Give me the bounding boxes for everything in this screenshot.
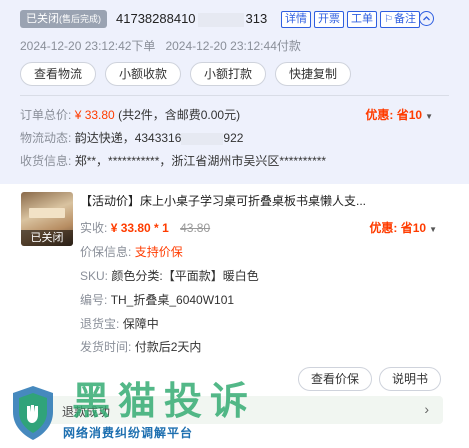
order-actions: 查看物流 小额收款 小额打款 快捷复制 [20,62,352,86]
logistics-value: 韵达快递，4343316 [74,131,182,145]
sku-row: SKU: 颜色分类:【平面款】暖白色 [80,267,259,284]
product-thumbnail[interactable]: 已关闭 [21,192,73,246]
ship-value: 付款后2天内 [134,340,202,354]
logistics-row: 物流动态: 韵达快递，4343316 922 [20,129,243,146]
order-discount-label: 优惠: 省10 [365,108,423,122]
ticket-link[interactable]: 工单 [347,11,377,28]
pay-time: 2024-12-20 23:12:44付款 [165,39,301,53]
invoice-link[interactable]: 开票 [314,11,344,28]
product-discount-label: 优惠: 省10 [369,221,427,235]
address-value: 郑**，***********，浙江省湖州市吴兴区********** [74,154,327,168]
status-main: 已关闭 [26,13,59,25]
order-id-mask [197,12,244,27]
view-logistics-button[interactable]: 查看物流 [20,62,97,86]
logistics-suffix: 922 [223,131,244,145]
collapse-button[interactable] [419,11,434,26]
order-id-prefix: 41738288410 [116,11,196,26]
address-row: 收货信息: 郑**，***********，浙江省湖州市吴兴区*********… [20,152,326,169]
product-discount[interactable]: 优惠: 省10 ▼ [369,219,437,236]
order-time: 2024-12-20 23:12:42下单 [20,39,156,53]
code-label: 编号: [80,293,108,307]
total-detail: (共2件，含邮费0.00元) [118,108,241,122]
refund-treasure-label: 退货宝: [80,317,120,331]
logistics-mask [181,132,224,145]
total-label: 订单总价: [20,108,72,122]
address-label: 收货信息: [20,154,72,168]
order-times: 2024-12-20 23:12:42下单 2024-12-20 23:12:44… [20,37,301,54]
quick-copy-button[interactable]: 快捷复制 [275,62,352,86]
sku-value: 颜色分类:【平面款】暖白色 [111,269,259,283]
paid-row: 实收: ¥ 33.80 * 1 43.80 [80,219,210,236]
chevron-right-icon: › [424,401,429,417]
code-value: TH_折叠桌_6040W101 [110,293,235,307]
remark-link[interactable]: ⚐ 备注 [380,11,420,28]
shield-icon [13,386,53,440]
ship-label: 发货时间: [80,340,132,354]
order-id: 41738288410 313 [116,11,267,27]
refund-treasure-row: 退货宝: 保障中 [80,315,159,332]
refund-treasure-value: 保障中 [122,317,159,331]
manual-button[interactable]: 说明书 [379,367,442,391]
order-header: 已关闭(售后完成) 41738288410 313 详情 开票 工单 ⚐ 备注 20… [0,0,469,184]
code-row: 编号: TH_折叠桌_6040W101 [80,291,234,308]
order-id-suffix: 313 [245,11,268,26]
invoice-link-label: 开票 [318,13,340,25]
small-pay-button[interactable]: 小额打款 [190,62,267,86]
caret-down-icon: ▼ [429,225,437,234]
detail-link[interactable]: 详情 [281,11,311,28]
sku-label: SKU: [80,269,109,283]
ticket-link-label: 工单 [351,13,373,25]
protect-value: 支持价保 [134,245,183,259]
paid-label: 实收: [80,221,108,235]
order-tag-links: 详情 开票 工单 ⚐ 备注 [281,11,420,28]
protect-label: 价保信息: [80,245,132,259]
watermark-title: 黑猫投诉 [72,379,257,423]
small-collect-button[interactable]: 小额收款 [105,62,182,86]
price-protect-row: 价保信息: 支持价保 [80,243,183,260]
view-price-protect-button[interactable]: 查看价保 [298,367,373,391]
remark-link-label: 备注 [393,13,416,25]
ship-row: 发货时间: 付款后2天内 [80,338,201,355]
status-sub: (售后完成) [59,14,101,24]
thumb-status: 已关闭 [21,230,73,246]
product-title[interactable]: 【活动价】床上小桌子学习桌可折叠桌板书桌懒人支... [80,192,380,209]
chevron-up-icon [423,16,430,21]
order-discount[interactable]: 优惠: 省10 ▼ [365,106,433,123]
detail-link-label: 详情 [285,13,307,25]
caret-down-icon: ▼ [425,112,433,121]
status-badge: 已关闭(售后完成) [20,10,107,28]
desk-image [29,208,65,218]
original-price: 43.80 [180,221,211,235]
total-price: ¥ 33.80 [74,108,115,122]
watermark-subtitle: 网络消费纠纷调解平台 [63,426,194,440]
paid-value: ¥ 33.80 * 1 [110,221,169,235]
logistics-label: 物流动态: [20,131,72,145]
order-total-row: 订单总价: ¥ 33.80 (共2件，含邮费0.00元) [20,106,240,123]
flag-icon: ⚐ [384,14,393,25]
header-divider [20,95,449,96]
product-actions: 查看价保 说明书 [298,367,442,391]
